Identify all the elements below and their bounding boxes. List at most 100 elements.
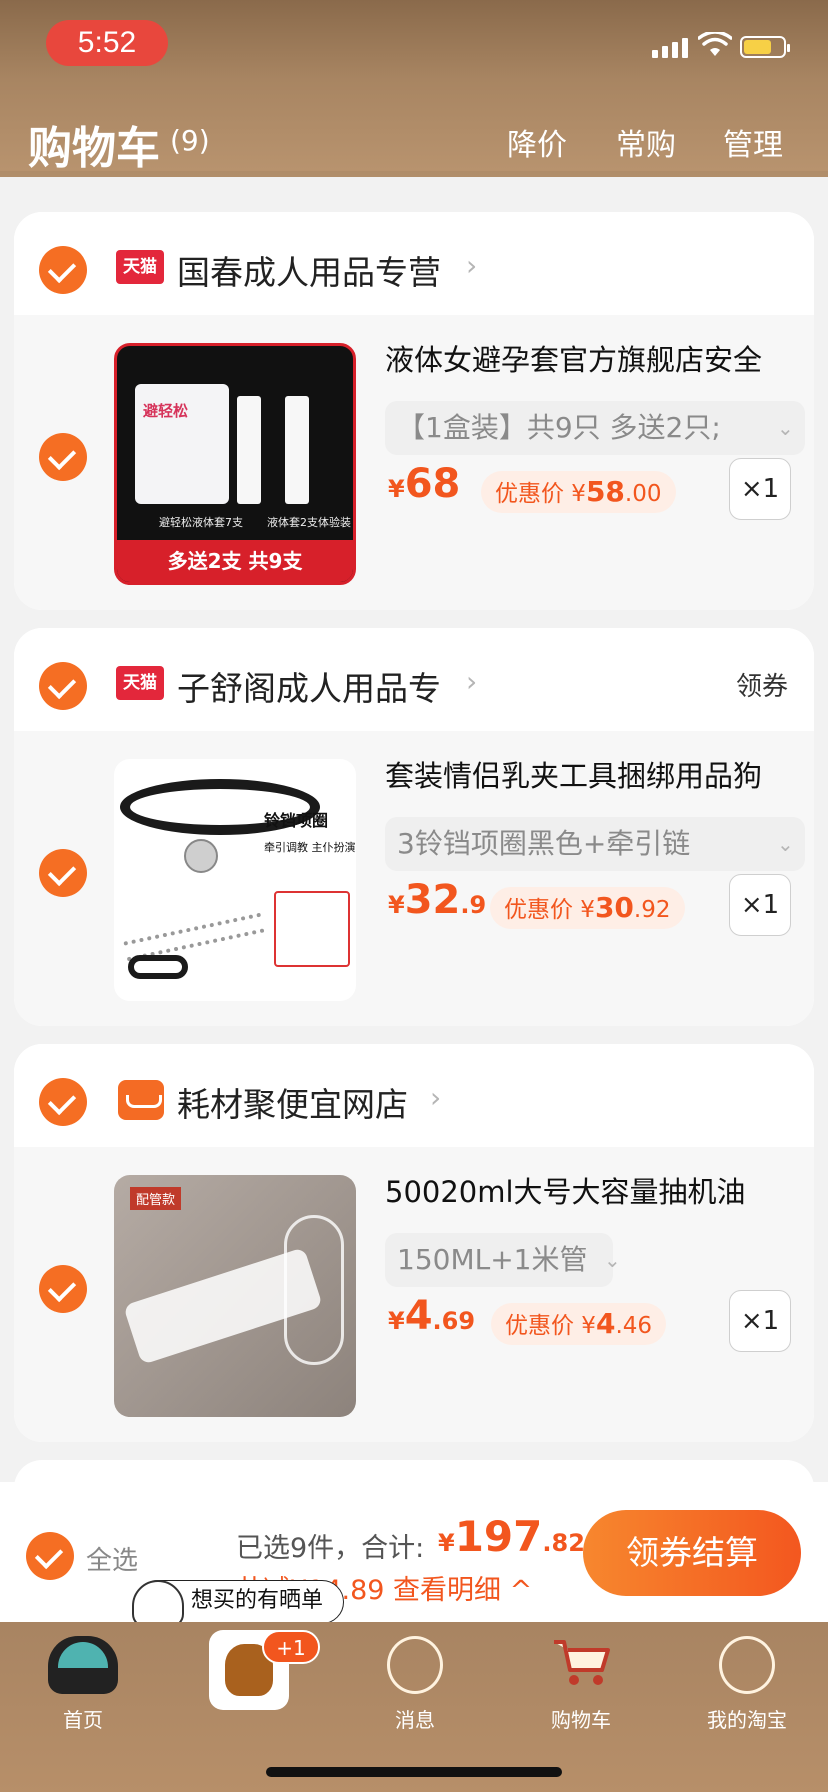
item-price: ¥4.69	[388, 1293, 475, 1339]
page-title: 购物车	[28, 123, 160, 174]
item-price: ¥32.9	[388, 877, 486, 923]
shop-name[interactable]: 国春成人用品专营	[177, 246, 441, 294]
ghost-mascot-icon	[132, 1580, 184, 1628]
gift-box	[274, 891, 350, 967]
select-all-label[interactable]: 全选	[86, 1540, 138, 1577]
discount-price: 优惠价 ¥58.00	[481, 471, 676, 513]
thumb-tag: 配管款	[130, 1187, 182, 1210]
tab-label: 首页	[63, 1708, 103, 1732]
discount-price: 优惠价 ¥4.46	[491, 1303, 667, 1345]
chevron-down-icon: ⌄	[777, 416, 794, 440]
status-time: 5:52	[46, 20, 168, 66]
product-title[interactable]: 液体女避孕套官方旗舰店安全	[385, 337, 805, 379]
thumb-caption-left: 避轻松液体套7支	[159, 516, 243, 529]
leash-handle	[128, 955, 188, 979]
discount-dec: .46	[615, 1313, 653, 1339]
signal-icon	[652, 38, 688, 58]
tmall-badge: 天猫	[116, 666, 164, 700]
chevron-right-icon: ›	[466, 665, 478, 698]
bell-shape	[184, 839, 218, 873]
price-yen: ¥	[388, 1307, 405, 1335]
total-price: ¥197.82	[438, 1512, 585, 1561]
price-yen: ¥	[388, 475, 405, 503]
price-int: 68	[404, 461, 461, 507]
thumb-caption: 铃铛项圈	[264, 811, 329, 830]
coupon-button[interactable]: 领券	[736, 666, 788, 703]
discount-price: 优惠价 ¥30.92	[490, 887, 685, 929]
chevron-right-icon: ›	[466, 249, 478, 282]
item-checkbox[interactable]	[39, 1265, 87, 1313]
shop-card: 天猫 国春成人用品专营 › 避轻松 避轻松液体套7支 液体套2支体验装 多送2支…	[14, 212, 814, 610]
manage-button[interactable]: 管理	[723, 120, 783, 164]
shop-header[interactable]: 天猫 国春成人用品专营 ›	[14, 212, 814, 315]
cart-icon	[554, 1640, 610, 1685]
item-checkbox[interactable]	[39, 433, 87, 481]
message-icon	[387, 1636, 443, 1694]
quantity-button[interactable]: ×1	[729, 1290, 791, 1352]
wifi-icon	[698, 32, 732, 56]
discount-int: 58	[585, 475, 625, 508]
shop-checkbox[interactable]	[39, 1078, 87, 1126]
tab-my-taobao[interactable]: 我的淘宝	[664, 1622, 828, 1792]
discount-label: 优惠价	[495, 481, 564, 507]
product-image[interactable]: 避轻松 避轻松液体套7支 液体套2支体验装 多送2支 共9支	[114, 343, 356, 585]
price-dec: .9	[460, 891, 487, 919]
tab-label: 我的淘宝	[707, 1708, 787, 1732]
sku-selector[interactable]: 【1盒装】共9只 多送2只;	[385, 401, 805, 455]
shop-header[interactable]: 天猫 子舒阁成人用品专 › 领券	[14, 628, 814, 731]
total-dec: .82	[542, 1529, 585, 1557]
shop-checkbox[interactable]	[39, 246, 87, 294]
checkout-button[interactable]: 领券结算	[583, 1510, 801, 1596]
sku-selector[interactable]: 150ML+1米管	[385, 1233, 613, 1287]
price-drop-button[interactable]: 降价	[507, 120, 567, 164]
cart-item: 铃铛项圈 牵引调教 主仆扮演 套装情侣乳夹工具捆绑用品狗 3铃铛项圈黑色+牵引链…	[14, 731, 814, 1026]
quantity-button[interactable]: ×1	[729, 874, 791, 936]
notification-badge: +1	[262, 1630, 320, 1664]
discount-int: 30	[594, 891, 634, 924]
quantity-button[interactable]: ×1	[729, 458, 791, 520]
item-checkbox[interactable]	[39, 849, 87, 897]
product-tube	[285, 396, 309, 504]
frequent-button[interactable]: 常购	[616, 120, 676, 164]
product-title[interactable]: 套装情侣乳夹工具捆绑用品狗	[385, 753, 805, 795]
shop-card: 耗材聚便宜网店 › 配管款 50020ml大号大容量抽机油 150ML+1米管 …	[14, 1044, 814, 1442]
product-image[interactable]: 铃铛项圈 牵引调教 主仆扮演	[114, 759, 356, 1001]
product-title[interactable]: 50020ml大号大容量抽机油	[385, 1169, 805, 1211]
home-icon	[48, 1636, 118, 1694]
discount-dec: .92	[633, 897, 671, 923]
discount-int: 4	[595, 1307, 616, 1340]
cart-count: (9)	[170, 124, 210, 157]
item-price: ¥68	[388, 461, 460, 507]
chevron-right-icon: ›	[430, 1081, 442, 1114]
discount-label: 优惠价	[505, 1313, 574, 1339]
header: 5:52 购物车 (9) 降价 常购 管理	[0, 0, 828, 177]
shop-name[interactable]: 子舒阁成人用品专	[177, 662, 441, 710]
selected-summary: 已选9件，合计:	[236, 1533, 425, 1564]
tmall-badge: 天猫	[116, 250, 164, 284]
thumb-banner: 多送2支 共9支	[117, 540, 353, 582]
price-int: 4	[404, 1293, 433, 1339]
taobao-icon	[719, 1636, 775, 1694]
battery-icon	[740, 36, 790, 58]
product-image[interactable]: 配管款	[114, 1175, 356, 1417]
shop-checkbox[interactable]	[39, 662, 87, 710]
select-all-checkbox[interactable]	[26, 1532, 74, 1580]
store-icon	[118, 1080, 164, 1120]
shop-name[interactable]: 耗材聚便宜网店	[177, 1078, 408, 1126]
sku-selector[interactable]: 3铃铛项圈黑色+牵引链	[385, 817, 805, 871]
discount-dec: .00	[624, 481, 662, 507]
product-brand: 避轻松	[143, 402, 189, 420]
cart-item: 避轻松 避轻松液体套7支 液体套2支体验装 多送2支 共9支 液体女避孕套官方旗…	[14, 315, 814, 610]
checkout-bar: 全选 已选9件，合计: ¥197.82 共减¥14.89 查看明细 ^ 领券结算	[0, 1482, 828, 1622]
price-int: 32	[404, 877, 461, 923]
shop-card: 天猫 子舒阁成人用品专 › 领券 铃铛项圈 牵引调教 主仆扮演 套装情侣乳夹工具…	[14, 628, 814, 1026]
discount-label: 优惠价	[504, 897, 573, 923]
product-tube	[237, 396, 261, 504]
tab-home[interactable]: 首页	[0, 1622, 166, 1792]
chevron-down-icon: ⌄	[604, 1248, 621, 1272]
shop-header[interactable]: 耗材聚便宜网店 ›	[14, 1044, 814, 1147]
price-dec: .69	[432, 1307, 476, 1335]
thumb-caption-right: 液体套2支体验装	[267, 516, 351, 529]
total-yen: ¥	[438, 1529, 455, 1557]
price-yen: ¥	[388, 891, 405, 919]
